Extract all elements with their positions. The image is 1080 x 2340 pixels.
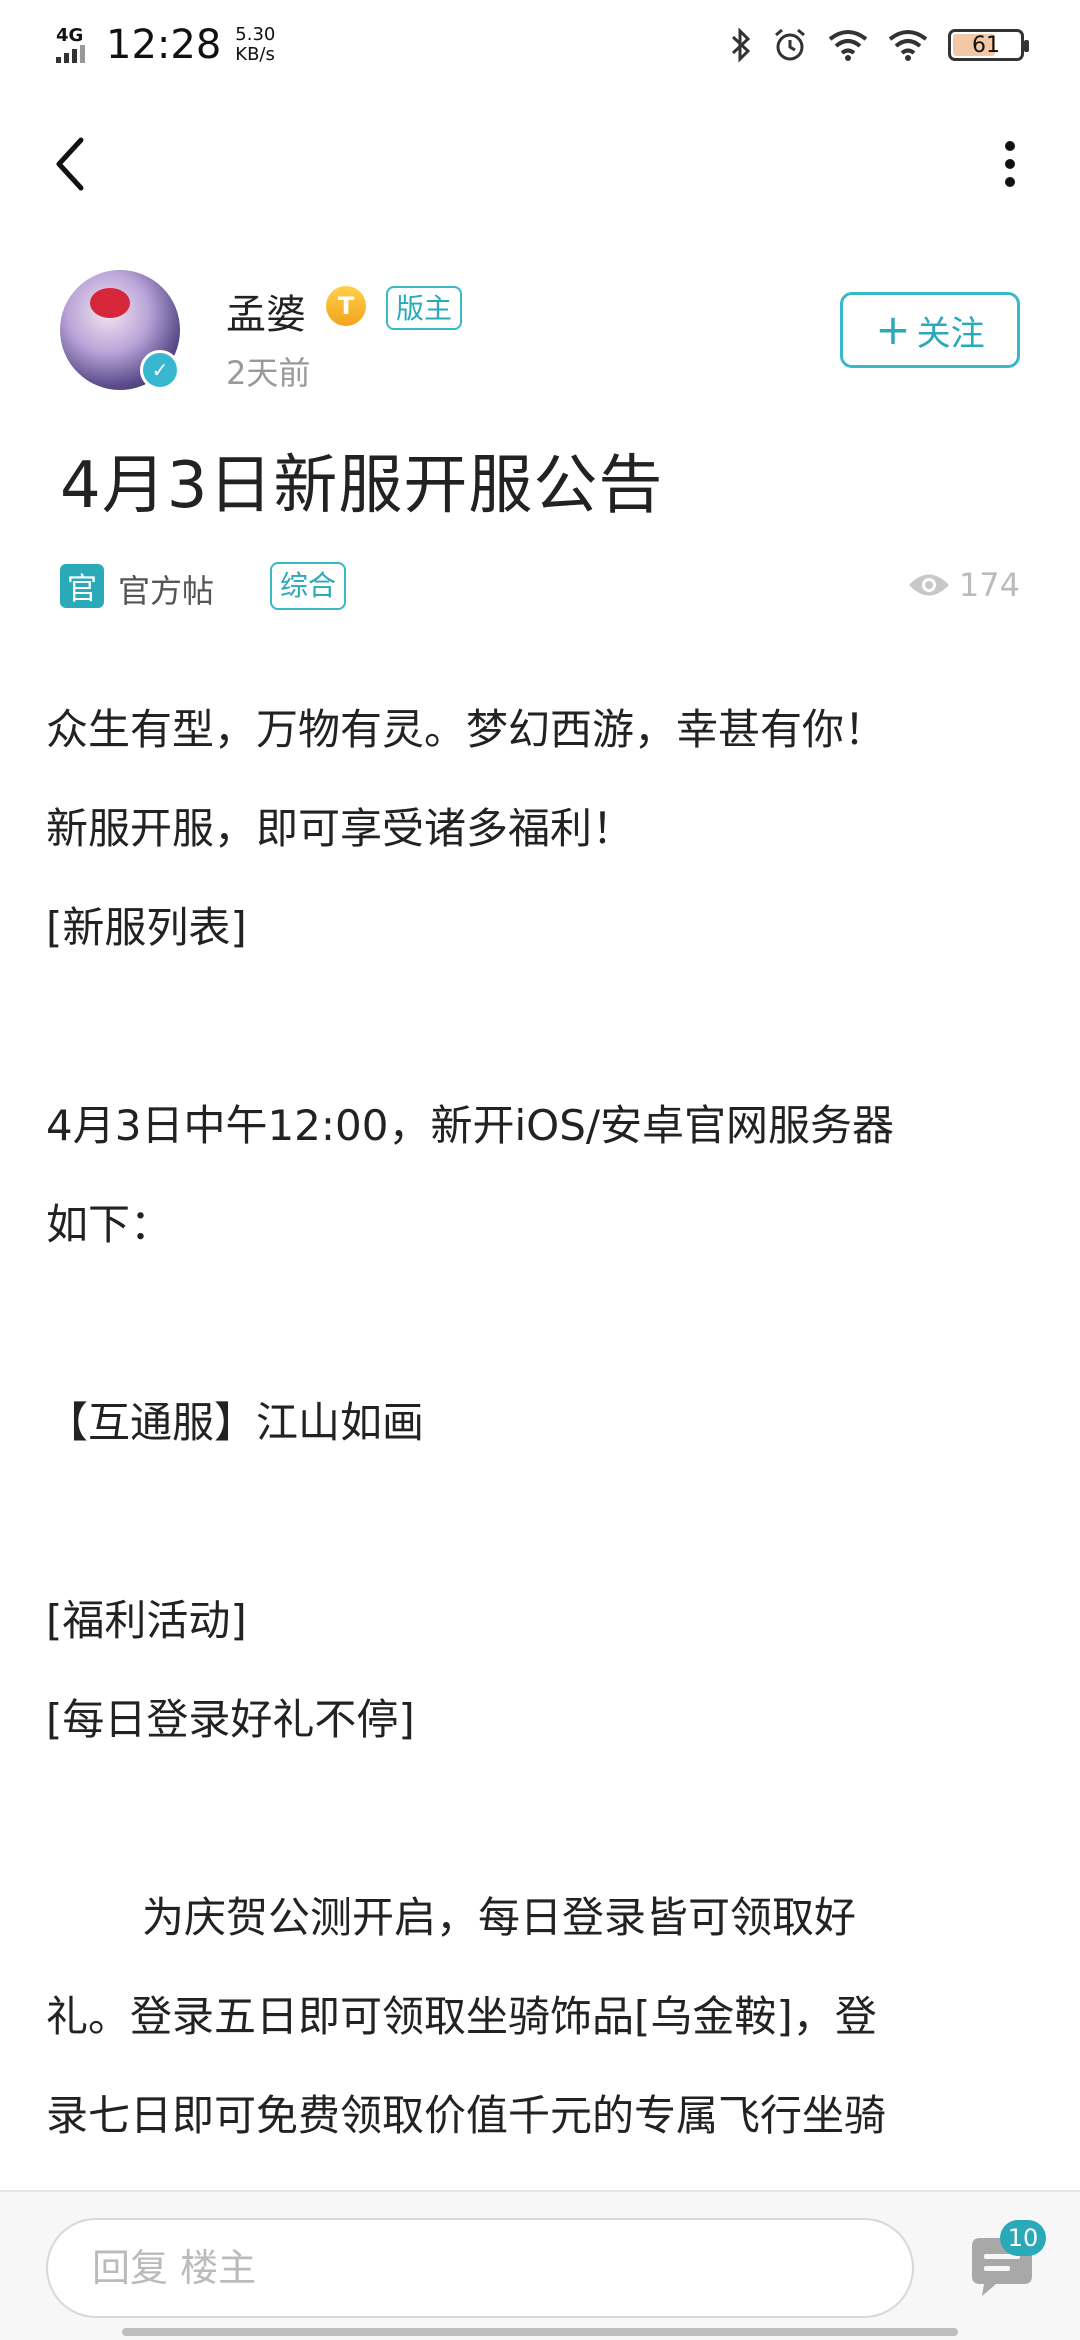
back-button[interactable] <box>40 134 100 194</box>
official-icon: 官 <box>60 564 104 608</box>
network-type: 4G <box>56 25 84 46</box>
post-meta: 官 官方帖 综合 174 <box>60 560 1020 616</box>
nav-bar <box>0 110 1080 220</box>
body-line: 【互通服】江山如画 <box>46 1398 425 1447</box>
body-line: [福利活动] <box>46 1596 247 1645</box>
alarm-icon <box>775 28 805 61</box>
more-dot-icon <box>1005 159 1015 169</box>
body-line: 为庆贺公测开启，每日登录皆可领取好 <box>142 1893 857 1942</box>
body-blank-line <box>46 1769 1036 1868</box>
body-blank-line <box>46 1274 1036 1373</box>
comment-count-badge: 10 <box>1000 2220 1046 2256</box>
role-badge: 版主 <box>386 286 463 330</box>
post-time: 2天前 <box>226 354 311 392</box>
bluetooth-icon <box>731 27 751 63</box>
body-line: 新服开服，即可享受诸多福利！ <box>46 804 635 853</box>
battery-icon: 61 <box>948 29 1029 61</box>
network-speed: 5.30 KB/s <box>235 24 276 65</box>
wifi-icon-1 <box>828 30 868 61</box>
home-indicator <box>122 2328 958 2336</box>
body-line: 如下： <box>46 1200 173 1249</box>
body-blank-line <box>46 977 1036 1076</box>
eye-icon <box>908 574 949 596</box>
verified-icon: ✓ <box>140 350 180 390</box>
post-title: 4月3日新服开服公告 <box>60 449 664 523</box>
body-line: 4月3日中午12:00，新开iOS/安卓官网服务器 <box>46 1101 895 1150</box>
status-left: 4G 12:28 5.30 KB/s <box>56 22 295 68</box>
body-line: 众生有型，万物有灵。梦幻西游，幸甚有你！ <box>46 705 887 754</box>
more-dot-icon <box>1005 177 1015 187</box>
follow-label: 关注 <box>916 313 985 354</box>
post-body: 众生有型，万物有灵。梦幻西游，幸甚有你！ 新服开服，即可享受诸多福利！ [新服列… <box>46 680 1036 2165</box>
author-header: ✓ 孟婆 T 版主 2天前 + 关注 <box>60 268 1020 398</box>
bottom-bar: 回复 楼主 10 <box>0 2190 1080 2340</box>
official-label: 官方帖 <box>118 572 215 610</box>
view-count-value: 174 <box>958 566 1020 604</box>
signal-icon: 4G <box>56 27 92 63</box>
body-line: 礼。登录五日即可领取坐骑饰品[乌金鞍]，登 <box>46 1992 877 2041</box>
status-right: 61 <box>730 27 1029 63</box>
body-blank-line <box>46 1472 1036 1571</box>
follow-button[interactable]: + 关注 <box>840 292 1020 368</box>
level-badge-icon: T <box>326 286 366 326</box>
body-line: [新服列表] <box>46 903 247 952</box>
category-tag[interactable]: 综合 <box>270 562 347 610</box>
more-button[interactable] <box>980 134 1040 194</box>
wifi-icon-2 <box>888 30 928 61</box>
body-line: [每日登录好礼不停] <box>46 1695 415 1744</box>
clock: 12:28 <box>106 22 222 68</box>
view-count: 174 <box>907 566 1020 604</box>
more-dot-icon <box>1005 141 1015 151</box>
chevron-left-icon <box>56 137 84 191</box>
author-name[interactable]: 孟婆 <box>226 282 306 340</box>
battery-percent: 61 <box>972 32 1000 58</box>
status-bar: 4G 12:28 5.30 KB/s 61 <box>0 0 1080 90</box>
plus-icon: + <box>875 305 911 354</box>
body-line: 录七日即可免费领取价值千元的专属飞行坐骑 <box>46 2091 887 2140</box>
reply-input[interactable]: 回复 楼主 <box>46 2218 914 2318</box>
